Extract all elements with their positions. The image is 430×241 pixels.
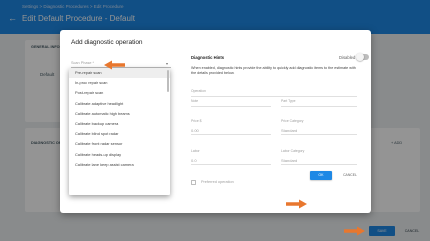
price-field-underline [191,134,271,135]
price-category-select[interactable]: Standard [281,128,297,133]
hints-toggle[interactable] [356,53,369,61]
dropdown-option[interactable]: Calibrate blind spot radar [69,129,170,139]
labor-field[interactable]: 0.0 [191,158,197,163]
dropdown-option[interactable]: Post-repair scan [69,88,170,98]
ok-button[interactable]: OK [310,171,332,180]
scan-phase-label: Scan Phase * [71,61,95,65]
operation-field[interactable] [191,96,357,97]
scan-phase-dropdown[interactable]: Pre-repair scan In-proc repair scan Post… [69,68,170,195]
arrow-right-icon [344,226,365,236]
arrow-shape [286,199,307,209]
dialog-cancel-button[interactable]: CANCEL [340,171,360,180]
dropdown-scrollbar[interactable] [167,70,169,92]
dialog-title: Add diagnostic operation [71,39,143,46]
dropdown-option[interactable]: Calibrate front radar sensor [69,139,170,149]
diagnostic-hints-title: Diagnostic Hints [191,55,225,60]
price-field[interactable]: 0.00 [191,128,199,133]
price-category-underline [281,134,357,135]
price-category-label: Price Category [281,119,304,123]
labor-category-select[interactable]: Standard [281,158,297,163]
arrow-right-icon [286,199,307,209]
dropdown-option[interactable]: Calibrate heads-up display [69,150,170,160]
labor-label: Labor [191,149,200,153]
labor-category-underline [281,164,357,165]
preferred-operation-checkbox[interactable] [191,180,196,185]
dropdown-option[interactable]: In-proc repair scan [69,78,170,88]
toggle-knob [356,53,364,61]
price-label: Price $ [191,119,202,123]
dropdown-option[interactable]: Calibrate lane keep assist camera [69,160,170,170]
preferred-operation-label: Preferred operation [201,180,234,184]
hints-description: When enabled, diagnostic hints provide t… [191,66,356,75]
arrow-shape [344,226,365,236]
labor-field-underline [191,164,271,165]
part-type-label: Part Type [281,99,296,103]
arrow-shape [104,60,125,70]
dropdown-option[interactable]: Calibrate automatic high beams [69,109,170,119]
hints-toggle-label: Disabled [339,55,356,60]
dropdown-option[interactable]: Calibrate adaptive headlight [69,99,170,109]
arrow-left-icon [104,60,125,70]
note-label: Note [191,99,199,103]
dropdown-caret-icon[interactable]: ▾ [166,61,168,66]
dropdown-option[interactable]: Calibrate backup camera [69,119,170,129]
operation-label: Operation [191,89,206,93]
labor-category-label: Labor Category [281,149,305,153]
part-type-select[interactable] [281,106,357,107]
note-field[interactable] [191,106,271,107]
